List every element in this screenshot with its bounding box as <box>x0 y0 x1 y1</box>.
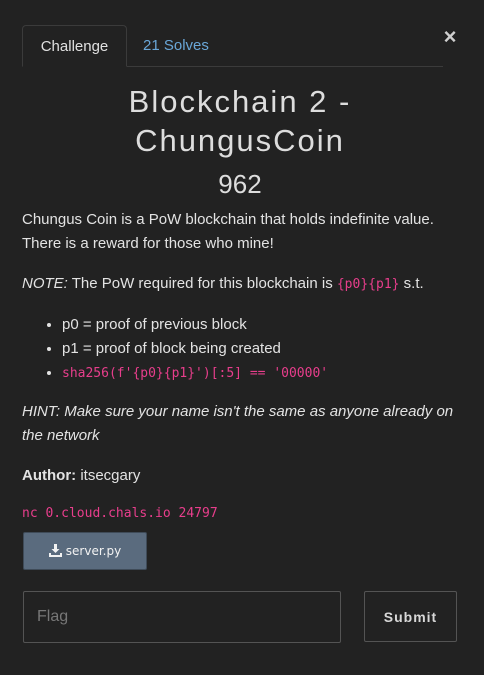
flag-input[interactable] <box>23 591 341 643</box>
hint-text: HINT: Make sure your name isn't the same… <box>22 403 454 444</box>
file-name: server.py <box>65 544 122 558</box>
challenge-tabs: Challenge 21 Solves <box>22 25 443 67</box>
download-file-button[interactable]: server.py <box>23 532 147 570</box>
author-label: Author: <box>22 467 77 484</box>
pow-definition-list: p0 = proof of previous block p1 = proof … <box>22 313 462 386</box>
close-icon[interactable]: × <box>440 24 460 50</box>
note-suffix: s.t. <box>399 275 424 292</box>
tab-solves[interactable]: 21 Solves <box>143 25 209 66</box>
author-name: itsecgary <box>76 467 141 484</box>
note-paragraph: NOTE: The PoW required for this blockcha… <box>22 272 462 297</box>
author-line: Author: itsecgary <box>22 464 462 488</box>
challenge-title: Blockchain 2 - ChungusCoin <box>128 84 352 158</box>
note-label: NOTE: <box>22 275 68 292</box>
note-code: {p0}{p1} <box>336 277 400 292</box>
list-item: p0 = proof of previous block <box>62 313 462 337</box>
challenge-value: 962 <box>218 169 262 199</box>
tab-challenge[interactable]: Challenge <box>22 25 127 67</box>
challenge-description: Chungus Coin is a PoW blockchain that ho… <box>22 208 462 540</box>
note-text: The PoW required for this blockchain is <box>67 275 337 292</box>
pow-condition-code: sha256(f'{p0}{p1}')[:5] == '00000' <box>62 366 329 381</box>
download-icon <box>48 544 62 557</box>
connection-command: nc 0.cloud.chals.io 24797 <box>22 506 218 521</box>
description-intro: Chungus Coin is a PoW blockchain that ho… <box>22 211 434 252</box>
list-item: sha256(f'{p0}{p1}')[:5] == '00000' <box>62 361 462 386</box>
submit-button[interactable]: Submit <box>364 591 457 642</box>
list-item: p1 = proof of block being created <box>62 337 462 361</box>
